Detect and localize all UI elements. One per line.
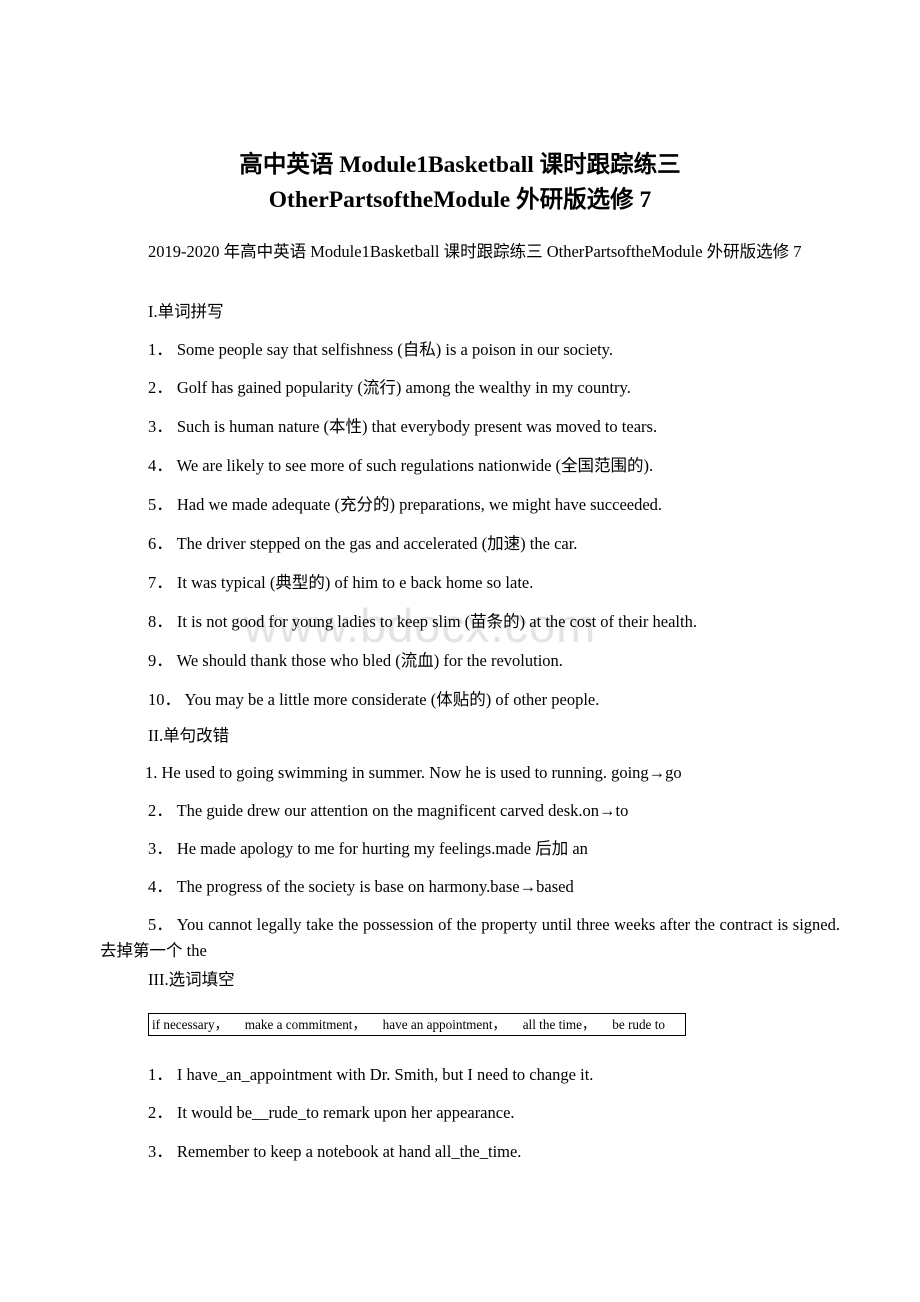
item-text: Golf has gained popularity (流行) among th… bbox=[176, 378, 631, 397]
item-number: 8． bbox=[148, 612, 173, 631]
question-item: 1． I have_an_appointment with Dr. Smith,… bbox=[100, 1062, 840, 1088]
question-item: 10． You may be a little more considerate… bbox=[100, 687, 840, 713]
item-number: 3． bbox=[148, 839, 173, 858]
item-text: Such is human nature (本性) that everybody… bbox=[176, 417, 658, 436]
item-text: We are likely to see more of such regula… bbox=[176, 456, 654, 475]
title-line-1: 高中英语 Module1Basketball 课时跟踪练三 bbox=[239, 152, 681, 178]
title-line-2: OtherPartsoftheModule 外研版选修 7 bbox=[268, 187, 652, 213]
question-item: 4． We are likely to see more of such reg… bbox=[100, 453, 840, 479]
word-bank-item: be rude to bbox=[612, 1017, 665, 1032]
item-number: 4． bbox=[148, 456, 173, 475]
question-item: 1． Some people say that selfishness (自私)… bbox=[100, 337, 840, 363]
item-number: 10． bbox=[148, 690, 181, 709]
word-bank-item: make a commitment bbox=[244, 1017, 353, 1032]
word-bank-item: if necessary bbox=[152, 1017, 215, 1032]
item-text: Remember to keep a notebook at hand all_… bbox=[176, 1142, 522, 1161]
word-bank-content: if necessary， make a commitment， have an a… bbox=[149, 1014, 685, 1035]
section-heading-1: I.单词拼写 bbox=[148, 302, 224, 321]
item-text: He used to going swimming in summer. Now… bbox=[161, 763, 682, 782]
item-number: 2． bbox=[148, 1103, 173, 1122]
word-bank-box: if necessary， make a commitment， have an a… bbox=[148, 1013, 686, 1036]
question-item: 2． It would be__rude_to remark upon her … bbox=[100, 1100, 840, 1126]
word-bank-item: all the time bbox=[522, 1017, 583, 1032]
word-bank-separator: ， bbox=[492, 1017, 506, 1032]
item-text: I have_an_appointment with Dr. Smith, bu… bbox=[176, 1065, 594, 1084]
word-bank-separator: ， bbox=[214, 1017, 228, 1032]
item-text: You may be a little more considerate (体贴… bbox=[184, 690, 600, 709]
item-text: We should thank those who bled (流血) for … bbox=[176, 651, 563, 670]
item-text: Had we made adequate (充分的) preparations,… bbox=[176, 495, 663, 514]
item-text: It would be__rude_to remark upon her app… bbox=[176, 1103, 515, 1122]
question-item: 2． Golf has gained popularity (流行) among… bbox=[100, 375, 840, 401]
item-number: 1. bbox=[145, 763, 158, 782]
item-text: The progress of the society is base on h… bbox=[176, 877, 574, 896]
question-item: 1. He used to going swimming in summer. … bbox=[100, 760, 840, 786]
item-number: 3． bbox=[148, 417, 173, 436]
word-bank-item: have an appointment bbox=[382, 1017, 493, 1032]
item-number: 1． bbox=[148, 1065, 173, 1084]
item-number: 9． bbox=[148, 651, 173, 670]
document-page: www.bdocx.com 高中英语 Module1Basketball 课时跟… bbox=[0, 0, 920, 1302]
item-number: 1． bbox=[148, 340, 173, 359]
section-heading-3: III.选词填空 bbox=[148, 970, 235, 989]
item-number: 5． bbox=[148, 495, 173, 514]
item-text: You cannot legally take the possession o… bbox=[100, 915, 841, 960]
question-item: 2． The guide drew our attention on the m… bbox=[100, 798, 840, 824]
word-bank-separator: ， bbox=[582, 1017, 596, 1032]
question-item: 3． He made apology to me for hurting my … bbox=[100, 836, 840, 862]
item-number: 2． bbox=[148, 378, 173, 397]
question-item: 4． The progress of the society is base o… bbox=[100, 874, 840, 900]
item-text: It was typical (典型的) of him to e back ho… bbox=[176, 573, 534, 592]
question-item: 5． Had we made adequate (充分的) preparatio… bbox=[100, 492, 840, 518]
section-heading-2: II.单句改错 bbox=[148, 726, 230, 745]
item-text: He made apology to me for hurting my fee… bbox=[176, 839, 588, 858]
item-text: It is not good for young ladies to keep … bbox=[176, 612, 697, 631]
item-number: 3． bbox=[148, 1142, 173, 1161]
page-title: 高中英语 Module1Basketball 课时跟踪练三 OtherParts… bbox=[60, 148, 860, 218]
item-number: 7． bbox=[148, 573, 173, 592]
question-item: 8． It is not good for young ladies to ke… bbox=[100, 609, 840, 635]
item-text: The guide drew our attention on the magn… bbox=[176, 801, 629, 820]
question-item: 5． You cannot legally take the possessio… bbox=[100, 912, 840, 964]
item-number: 5． bbox=[148, 915, 173, 934]
item-number: 2． bbox=[148, 801, 173, 820]
item-text: Some people say that selfishness (自私) is… bbox=[176, 340, 613, 359]
item-number: 6． bbox=[148, 534, 173, 553]
document-subtitle: 2019-2020 年高中英语 Module1Basketball 课时跟踪练三… bbox=[148, 242, 802, 261]
item-number: 4． bbox=[148, 877, 173, 896]
question-item: 3． Such is human nature (本性) that everyb… bbox=[100, 414, 840, 440]
question-item: 6． The driver stepped on the gas and acc… bbox=[100, 531, 840, 557]
question-item: 3． Remember to keep a notebook at hand a… bbox=[100, 1139, 840, 1165]
word-bank-separator: ， bbox=[352, 1017, 366, 1032]
item-text: The driver stepped on the gas and accele… bbox=[176, 534, 578, 553]
question-item: 7． It was typical (典型的) of him to e back… bbox=[100, 570, 840, 596]
question-item: 9． We should thank those who bled (流血) f… bbox=[100, 648, 840, 674]
